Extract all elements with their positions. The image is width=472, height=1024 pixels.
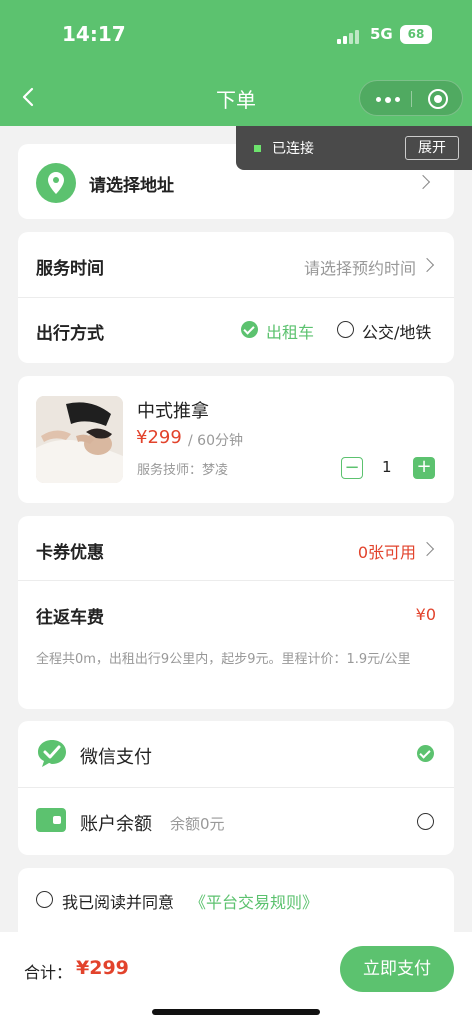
wechat-pay-icon [36,737,68,769]
total-label: 合计： [24,963,73,982]
service-time-row[interactable]: 服务时间 请选择预约时间 [18,232,454,297]
fare-label: 往返车费 [36,608,104,628]
fare-value: ¥0 [415,605,436,624]
service-price: ¥299 [136,427,182,448]
check-circle-icon[interactable] [241,321,258,338]
service-time-label: 服务时间 [36,259,104,279]
status-time: 14:17 [62,22,126,46]
home-indicator [152,1009,320,1015]
network-type: 5G [370,25,393,43]
schedule-card: 服务时间 请选择预约时间 出行方式 出租车 公交/地铁 [18,232,454,363]
payment-wechat-row[interactable]: 微信支付 [18,721,454,787]
quantity-value: 1 [382,458,392,476]
wechat-pay-label: 微信支付 [80,747,152,768]
service-technician: 服务技师：梦凌 [137,463,229,478]
check-circle-icon[interactable] [417,745,434,762]
payment-card: 微信支付 账户余额 余额0元 [18,721,454,855]
fare-note: 全程共0m，出租出行9公里内，起步9元。里程计价：1.9元/公里 [36,652,411,667]
quantity-minus-button[interactable]: − [341,457,363,479]
service-time-placeholder: 请选择预约时间 [303,259,416,278]
signal-icon [337,30,363,44]
coupon-value: 0张可用 [357,543,416,562]
fare-row: 往返车费 ¥0 全程共0m，出租出行9公里内，起步9元。里程计价：1.9元/公里 [18,581,454,709]
pay-now-button[interactable]: 立即支付 [340,946,454,992]
miniprogram-capsule [359,80,463,116]
chevron-right-icon [419,257,435,273]
connection-status-bar: 已连接 展开 [236,126,472,170]
close-miniprogram-icon[interactable] [428,89,448,109]
travel-option-transit[interactable]: 公交/地铁 [362,319,431,343]
service-name: 中式推拿 [137,401,209,422]
nav-bar: 下单 [0,70,472,126]
status-bar: 14:17 5G 68 [0,0,472,70]
service-image [36,396,123,483]
radio-empty-icon[interactable] [337,321,354,338]
chevron-right-icon [415,174,431,190]
connection-label: 已连接 [272,141,314,157]
battery-icon: 68 [400,25,432,44]
checkout-bar: 合计： ¥299 立即支付 [0,932,472,1024]
more-icon[interactable] [376,96,400,103]
chevron-right-icon [419,541,435,557]
location-pin-icon [36,163,76,203]
coupon-label: 卡券优惠 [36,543,104,563]
total-value: ¥299 [76,957,129,979]
service-card: 中式推拿 ¥299 / 60分钟 服务技师：梦凌 − 1 + [18,376,454,503]
connected-indicator-icon [254,145,261,152]
header: 14:17 5G 68 下单 [0,0,472,126]
wallet-icon [36,808,66,832]
payment-balance-row[interactable]: 账户余额 余额0元 [18,788,454,855]
travel-mode-label: 出行方式 [36,324,104,344]
fees-card: 卡券优惠 0张可用 往返车费 ¥0 全程共0m，出租出行9公里内，起步9元。里程… [18,516,454,709]
agreement-card: 我已阅读并同意 《平台交易规则》 [18,868,454,932]
travel-mode-row: 出行方式 出租车 公交/地铁 [18,298,454,363]
address-placeholder: 请选择地址 [89,176,174,196]
quantity-plus-button[interactable]: + [413,457,435,479]
expand-button[interactable]: 展开 [405,136,459,160]
service-duration: / 60分钟 [188,433,243,449]
balance-amount: 余额0元 [170,815,225,833]
agreement-text: 我已阅读并同意 [62,893,175,912]
agreement-checkbox[interactable] [36,891,53,908]
capsule-divider [411,91,412,107]
agreement-link[interactable]: 《平台交易规则》 [190,889,318,913]
coupon-row[interactable]: 卡券优惠 0张可用 [18,516,454,580]
travel-option-taxi[interactable]: 出租车 [266,319,314,343]
balance-label: 账户余额 [80,814,152,835]
radio-empty-icon[interactable] [417,813,434,830]
